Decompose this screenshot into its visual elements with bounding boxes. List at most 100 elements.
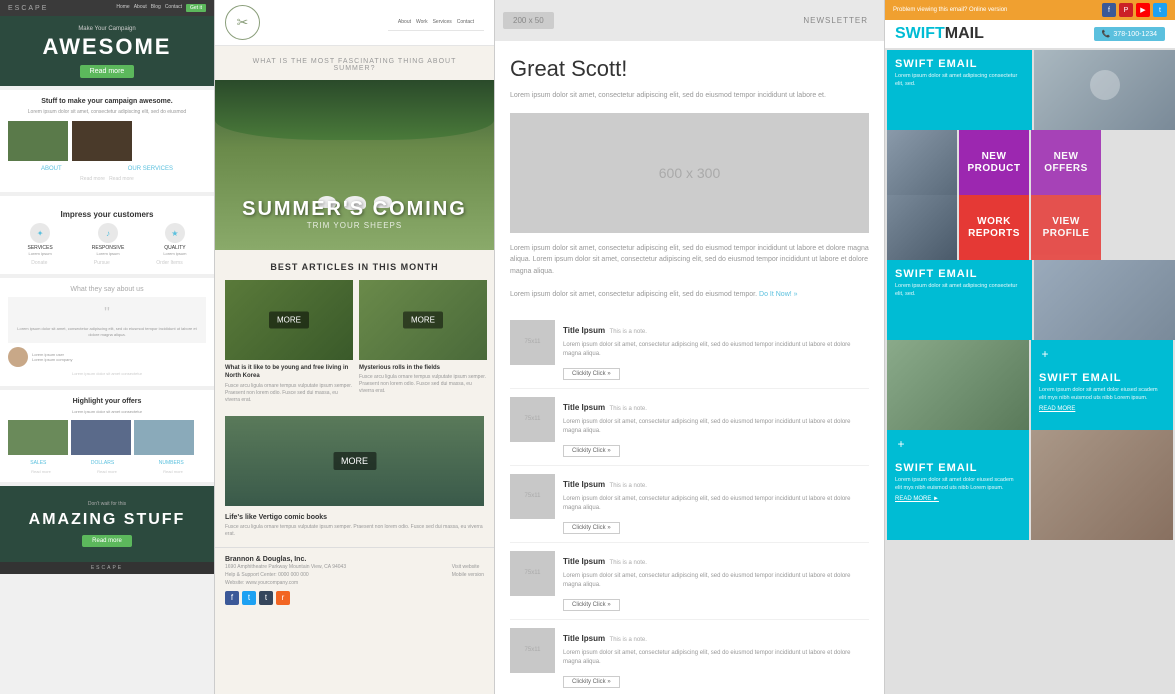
p4-section2b: WORKREPORTS VIEWPROFILE — [885, 195, 1175, 260]
p2-hero-title: SUMMER'S COMING — [235, 198, 474, 221]
p2-large-body: Fusce arcu ligula ornare tempus vulputat… — [215, 524, 494, 539]
item5-body: Title Ipsum This is a note. Lorem ipsum … — [563, 628, 869, 688]
do-it-now-link[interactable]: Do It Now! » — [759, 291, 798, 298]
top-tw-icon[interactable]: t — [1153, 3, 1167, 17]
services-icon: ✦ — [30, 223, 50, 243]
twitter-icon[interactable]: t — [242, 591, 256, 605]
item5-btn[interactable]: Clickity Click — [563, 676, 620, 688]
p4-section4: + SWIFT EMAIL Lorem ipsum dolor sit amet… — [885, 340, 1175, 430]
nav-contact[interactable]: Contact — [457, 19, 474, 25]
item4-thumb: 75x11 — [510, 551, 555, 596]
p3-item-5: 75x11 Title Ipsum This is a note. Lorem … — [510, 620, 869, 694]
p2-large-more[interactable]: MORE — [333, 452, 376, 470]
phone-icon: 📞 — [1102, 30, 1111, 38]
amazing-btn[interactable]: Read more — [82, 535, 132, 547]
item4-body: Title Ipsum This is a note. Lorem ipsum … — [563, 551, 869, 611]
new-offers-label: NEWOFFERS — [1044, 151, 1088, 175]
nav-btn[interactable]: Get it — [186, 4, 206, 12]
top-yt-icon[interactable]: ▶ — [1136, 3, 1150, 17]
visit-website[interactable]: Visit website — [452, 563, 484, 571]
company-address: 1690 Amphitheatre Parkway Mountain View,… — [225, 563, 346, 571]
read-more-3[interactable]: READ MORE — [1039, 406, 1165, 412]
work-reports-cell[interactable]: WORKREPORTS — [959, 195, 1029, 260]
dim-badge: 200 x 50 — [503, 12, 554, 29]
item4-btn[interactable]: Clickity Click — [563, 599, 620, 611]
item4-title: Title Ipsum — [563, 557, 605, 566]
swift-email-cell-1: SWIFT EMAIL Lorem ipsum dolor sit amet a… — [887, 50, 1032, 130]
read-more-4[interactable]: READ MORE ► — [895, 496, 1021, 502]
sales-link[interactable]: SALES — [30, 460, 46, 466]
newsletter-label: NEWSLETTER — [795, 8, 876, 33]
hero-cta-btn[interactable]: Read more — [80, 65, 135, 78]
quality-item: ★ QUALITY Lorem ipsum — [163, 223, 186, 256]
p3-intro: Lorem ipsum dolor sit amet, consectetur … — [510, 90, 869, 101]
article1-img: MORE — [225, 280, 353, 360]
nav-item[interactable]: Blog — [151, 4, 161, 12]
article1-more[interactable]: MORE — [269, 312, 309, 329]
new-product-cell[interactable]: NEWPRODUCT — [959, 130, 1029, 195]
nav-item[interactable]: Contact — [165, 4, 182, 12]
responsive-icon: ♪ — [98, 223, 118, 243]
quote-mark: " — [13, 302, 201, 326]
rss-icon[interactable]: r — [276, 591, 290, 605]
hl-read-more: Read moreRead moreRead more — [8, 469, 206, 474]
p4-problem-bar: Problem viewing this email? Online versi… — [885, 0, 1175, 20]
company-website: Website: www.yourcompany.com — [225, 579, 346, 587]
facebook-icon[interactable]: f — [225, 591, 239, 605]
article1-text: What is it like to be young and free liv… — [225, 360, 353, 408]
p3-main-content: Great Scott! Lorem ipsum dolor sit amet,… — [495, 41, 884, 694]
responsive-item: ♪ RESPONSIVE Lorem ipsum — [92, 223, 125, 256]
item2-body: Title Ipsum This is a note. Lorem ipsum … — [563, 397, 869, 457]
dollars-link[interactable]: DOLLARS — [91, 460, 114, 466]
item2-text: Lorem ipsum dolor sit amet, consectetur … — [563, 418, 869, 436]
article2-more[interactable]: MORE — [403, 312, 443, 329]
sky-img-cell — [1034, 260, 1175, 340]
stuff-title: Stuff to make your campaign awesome. — [8, 98, 206, 105]
phone-btn[interactable]: 📞 378-100-1234 — [1094, 27, 1165, 41]
p2-best-title: BEST ARTICLES IN THIS MONTH — [215, 250, 494, 280]
swift-title-1: SWIFT EMAIL — [895, 58, 1024, 70]
view-profile-label: VIEWPROFILE — [1043, 216, 1090, 240]
item1-note: This is a note. — [610, 329, 647, 335]
services-link[interactable]: OUR SERVICES — [128, 166, 173, 172]
p4-section5: + SWIFT EMAIL Lorem ipsum dolor sit amet… — [885, 430, 1175, 542]
item3-note: This is a note. — [610, 483, 647, 489]
article2: MORE Mysterious rolls in the fields Fusc… — [359, 280, 487, 408]
p3-item-3: 75x11 Title Ipsum This is a note. Lorem … — [510, 466, 869, 543]
services-item: ✦ SERVICES Lorem ipsum — [28, 223, 53, 256]
top-pi-icon[interactable]: P — [1119, 3, 1133, 17]
p3-cta: Lorem ipsum dolor sit amet, consectetur … — [510, 289, 869, 300]
tumblr-icon[interactable]: t — [259, 591, 273, 605]
p3-item-1: 75x11 Title Ipsum This is a note. Lorem … — [510, 312, 869, 389]
view-profile-cell[interactable]: VIEWPROFILE — [1031, 195, 1101, 260]
item4-text: Lorem ipsum dolor sit amet, consectetur … — [563, 572, 869, 590]
mobile-version[interactable]: Mobile version — [452, 571, 484, 579]
swift-email-cell-2: SWIFT EMAIL Lorem ipsum dolor sit amet a… — [887, 260, 1032, 340]
item1-btn[interactable]: Clickity Click — [563, 368, 620, 380]
phone-number: 378-100-1234 — [1113, 31, 1157, 38]
p2-navbar: ✂ About Work Services Contact — [215, 0, 494, 46]
swift-logo: SWIFTMAIL — [895, 25, 984, 43]
rider-bg — [887, 195, 957, 260]
numbers-link[interactable]: NUMBERS — [159, 460, 184, 466]
group-bg — [1031, 430, 1173, 540]
about-link[interactable]: ABOUT — [41, 166, 62, 172]
item2-btn[interactable]: Clickity Click — [563, 445, 620, 457]
highlight-lorem: Lorem ipsum dolor sit amet consectetur — [8, 409, 206, 415]
impress-title: Impress your customers — [8, 210, 206, 219]
highlight-title: Highlight your offers — [8, 398, 206, 405]
article2-title: Mysterious rolls in the fields — [359, 364, 487, 372]
nav-work[interactable]: Work — [416, 19, 428, 25]
item3-btn[interactable]: Clickity Click — [563, 522, 620, 534]
p3-item-4: 75x11 Title Ipsum This is a note. Lorem … — [510, 543, 869, 620]
nav-about[interactable]: About — [398, 19, 411, 25]
nav-item[interactable]: Home — [116, 4, 129, 12]
responsive-desc: Lorem ipsum — [92, 251, 125, 256]
item1-thumb: 75x11 — [510, 320, 555, 365]
new-offers-cell[interactable]: NEWOFFERS — [1031, 130, 1101, 195]
swift-body-4: Lorem ipsum dolor sit amet dolor eiused … — [895, 477, 1021, 492]
top-fb-icon[interactable]: f — [1102, 3, 1116, 17]
nav-item[interactable]: About — [134, 4, 147, 12]
quote-text: Lorem ipsum dolor sit amet, consectetur … — [13, 326, 201, 338]
nav-services[interactable]: Services — [433, 19, 452, 25]
